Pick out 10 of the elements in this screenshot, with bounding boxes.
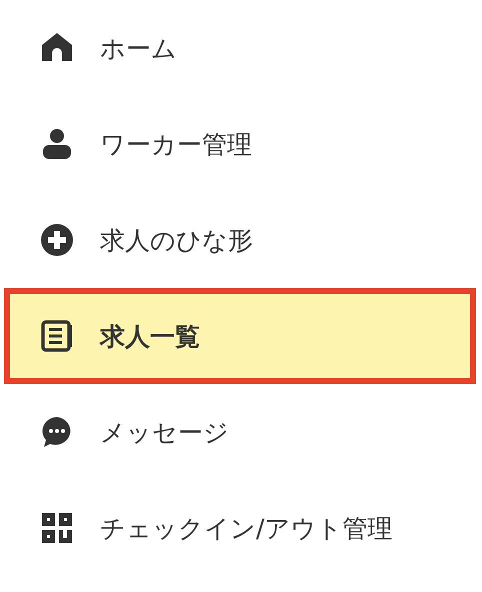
plus-circle-icon [40, 223, 74, 257]
menu-item[interactable]: チェックイン/アウト管理 [4, 480, 476, 576]
menu-item[interactable]: ホーム [4, 0, 476, 96]
person-icon [40, 127, 74, 161]
menu-item[interactable]: ワーカー管理 [4, 96, 476, 192]
menu-item[interactable]: 求人のひな形 [4, 192, 476, 288]
menu-item[interactable]: メッセージ [4, 384, 476, 480]
menu-item[interactable]: 求人一覧 [4, 288, 476, 384]
qr-code-icon [40, 511, 74, 545]
notebook-icon [40, 319, 74, 353]
